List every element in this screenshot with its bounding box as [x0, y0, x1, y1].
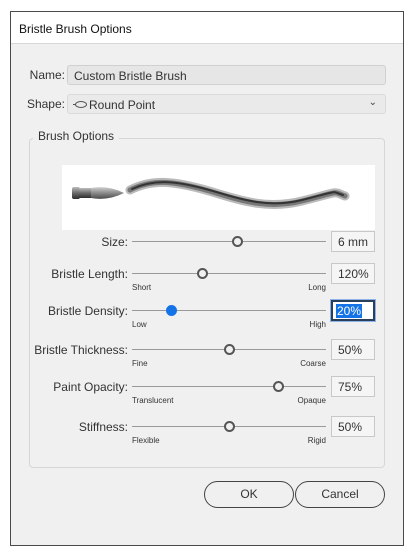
- paint-opacity-value-input[interactable]: 75%: [331, 376, 375, 397]
- bristle-density-slider-thumb[interactable]: [165, 305, 177, 316]
- bristle-thickness-value-input[interactable]: 50%: [331, 339, 375, 360]
- shape-select[interactable]: Round Point ⌄: [67, 94, 386, 114]
- size-slider-track[interactable]: [132, 241, 326, 242]
- paint-opacity-slider-track[interactable]: [132, 386, 326, 387]
- size-value: 6 mm: [338, 235, 368, 249]
- bristle-density-slider-track[interactable]: [132, 310, 326, 311]
- bristle-length-slider-thumb[interactable]: [196, 268, 208, 279]
- shape-value: Round Point: [89, 98, 156, 112]
- name-input[interactable]: Custom Bristle Brush: [67, 65, 386, 85]
- paint-opacity-slider-thumb[interactable]: [272, 381, 284, 392]
- stiffness-max-label: Rigid: [307, 436, 326, 445]
- name-label: Name:: [29, 68, 65, 82]
- stiffness-value: 50%: [338, 420, 363, 434]
- bristle-length-value-input[interactable]: 120%: [331, 263, 375, 284]
- bristle-length-max-label: Long: [308, 283, 326, 292]
- chevron-down-icon: ⌄: [368, 97, 377, 108]
- brush-options-title: Brush Options: [33, 129, 120, 143]
- size-value-input[interactable]: 6 mm: [331, 231, 375, 252]
- paint-opacity-min-label: Translucent: [132, 396, 174, 405]
- brush-stroke-preview: [72, 177, 350, 209]
- bristle-density-value: 20%: [336, 304, 363, 318]
- bristle-thickness-slider-thumb[interactable]: [224, 344, 235, 355]
- bristle-length-min-label: Short: [132, 283, 152, 292]
- round-point-icon: [73, 101, 87, 108]
- bristle-density-max-label: High: [309, 320, 326, 329]
- window-title: Bristle Brush Options: [19, 22, 132, 36]
- bristle-thickness-max-label: Coarse: [300, 359, 326, 368]
- stiffness-slider-thumb[interactable]: [224, 421, 235, 432]
- brush-preview: [62, 165, 375, 230]
- bristle-length-label: Bristle Length:: [51, 267, 128, 281]
- bristle-brush-options-dialog: Bristle Brush Options Name: Custom Brist…: [10, 11, 404, 546]
- paint-opacity-value: 75%: [338, 380, 363, 394]
- bristle-length-value: 120%: [338, 267, 369, 281]
- bristle-density-min-label: Low: [132, 320, 147, 329]
- name-value: Custom Bristle Brush: [74, 69, 187, 83]
- title-bar[interactable]: Bristle Brush Options: [11, 12, 403, 44]
- ok-button[interactable]: OK: [204, 481, 294, 508]
- paint-opacity-label: Paint Opacity:: [53, 380, 128, 394]
- bristle-density-label: Bristle Density:: [47, 304, 128, 318]
- bristle-thickness-value: 50%: [338, 343, 363, 357]
- bristle-length-slider-track[interactable]: [132, 273, 326, 274]
- size-label: Size:: [101, 235, 128, 249]
- cancel-button[interactable]: Cancel: [295, 481, 385, 508]
- stiffness-label: Stiffness:: [78, 420, 128, 434]
- size-slider-thumb[interactable]: [231, 236, 243, 247]
- stiffness-min-label: Flexible: [132, 436, 160, 445]
- bristle-thickness-min-label: Fine: [132, 359, 148, 368]
- bristle-density-value-input[interactable]: 20%: [331, 300, 375, 321]
- paint-opacity-max-label: Opaque: [297, 396, 326, 405]
- shape-label: Shape:: [26, 97, 65, 111]
- stiffness-value-input[interactable]: 50%: [331, 416, 375, 437]
- bristle-thickness-label: Bristle Thickness:: [34, 343, 128, 357]
- bristle-brush-icon: [72, 187, 124, 199]
